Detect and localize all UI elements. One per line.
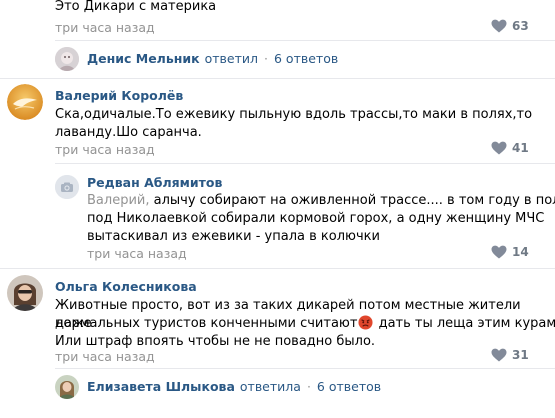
divider bbox=[0, 268, 555, 269]
like-button[interactable]: 63 bbox=[491, 19, 529, 33]
like-button[interactable]: 14 bbox=[491, 245, 529, 259]
like-count: 31 bbox=[512, 348, 529, 362]
angry-face-icon bbox=[358, 315, 373, 330]
comment-time[interactable]: три часа назад bbox=[55, 142, 155, 158]
thread-verb: ответила bbox=[239, 379, 301, 394]
comment-text-line: под Николаевкой собирали кормовой горох,… bbox=[87, 211, 545, 226]
comment-text-line: вытаскивал из ежевики - упала в колючки bbox=[87, 229, 380, 244]
thread-reply-count[interactable]: 6 ответов bbox=[317, 379, 381, 394]
comment-text-line: лаванду.Шо саранча. bbox=[55, 125, 202, 140]
avatar[interactable] bbox=[7, 275, 43, 311]
comment-text: Это Дикари с материка bbox=[55, 0, 217, 14]
like-count: 63 bbox=[512, 19, 529, 33]
like-button[interactable]: 41 bbox=[491, 141, 529, 155]
thread-author[interactable]: Денис Мельник bbox=[87, 51, 200, 66]
comment-text-fragment: дать ты леща этим курам!!! bbox=[374, 316, 555, 331]
comment-author[interactable]: Валерий Королёв bbox=[55, 88, 183, 104]
like-button[interactable]: 31 bbox=[491, 348, 529, 362]
divider bbox=[55, 163, 555, 164]
comment-text-line: Валерий, алычу собирают на оживленной тр… bbox=[87, 192, 555, 210]
replies-thread[interactable]: Елизавета Шлыкова ответила · 6 ответов bbox=[87, 379, 381, 394]
comment-author[interactable]: Редван Аблямитов bbox=[87, 175, 222, 191]
heart-icon bbox=[491, 141, 507, 155]
separator-dot: · bbox=[264, 51, 268, 66]
divider bbox=[55, 40, 555, 41]
camera-icon bbox=[55, 175, 79, 199]
like-count: 41 bbox=[512, 141, 529, 155]
comment-text-fragment: алычу собирают на оживленной трассе.... … bbox=[149, 193, 555, 208]
heart-icon bbox=[491, 19, 507, 33]
avatar[interactable] bbox=[55, 375, 79, 399]
separator-dot: · bbox=[306, 379, 311, 394]
reply-mention[interactable]: Валерий, bbox=[87, 193, 149, 208]
avatar[interactable] bbox=[55, 47, 79, 71]
thread-author[interactable]: Елизавета Шлыкова bbox=[87, 379, 235, 394]
like-count: 14 bbox=[512, 245, 529, 259]
heart-icon bbox=[491, 348, 507, 362]
comment-text-line: нормальных туристов конченными считают д… bbox=[55, 315, 555, 333]
avatar[interactable] bbox=[7, 84, 43, 120]
divider bbox=[0, 78, 555, 79]
thread-reply-count[interactable]: 6 ответов bbox=[274, 51, 338, 66]
avatar[interactable] bbox=[55, 175, 79, 199]
comment-time[interactable]: три часа назад bbox=[55, 349, 155, 365]
comment-author[interactable]: Ольга Колесникова bbox=[55, 279, 197, 295]
replies-thread[interactable]: Денис Мельник ответил · 6 ответов bbox=[87, 51, 338, 66]
divider bbox=[55, 368, 555, 369]
comment-text-line: Ска,одичалые.То ежевику пыльную вдоль тр… bbox=[55, 107, 533, 122]
comment-text-fragment: нормальных туристов конченными считают bbox=[55, 316, 358, 331]
heart-icon bbox=[491, 245, 507, 259]
thread-verb: ответил bbox=[204, 51, 259, 66]
comment-time[interactable]: три часа назад bbox=[55, 20, 155, 36]
comment-time[interactable]: три часа назад bbox=[87, 246, 187, 262]
